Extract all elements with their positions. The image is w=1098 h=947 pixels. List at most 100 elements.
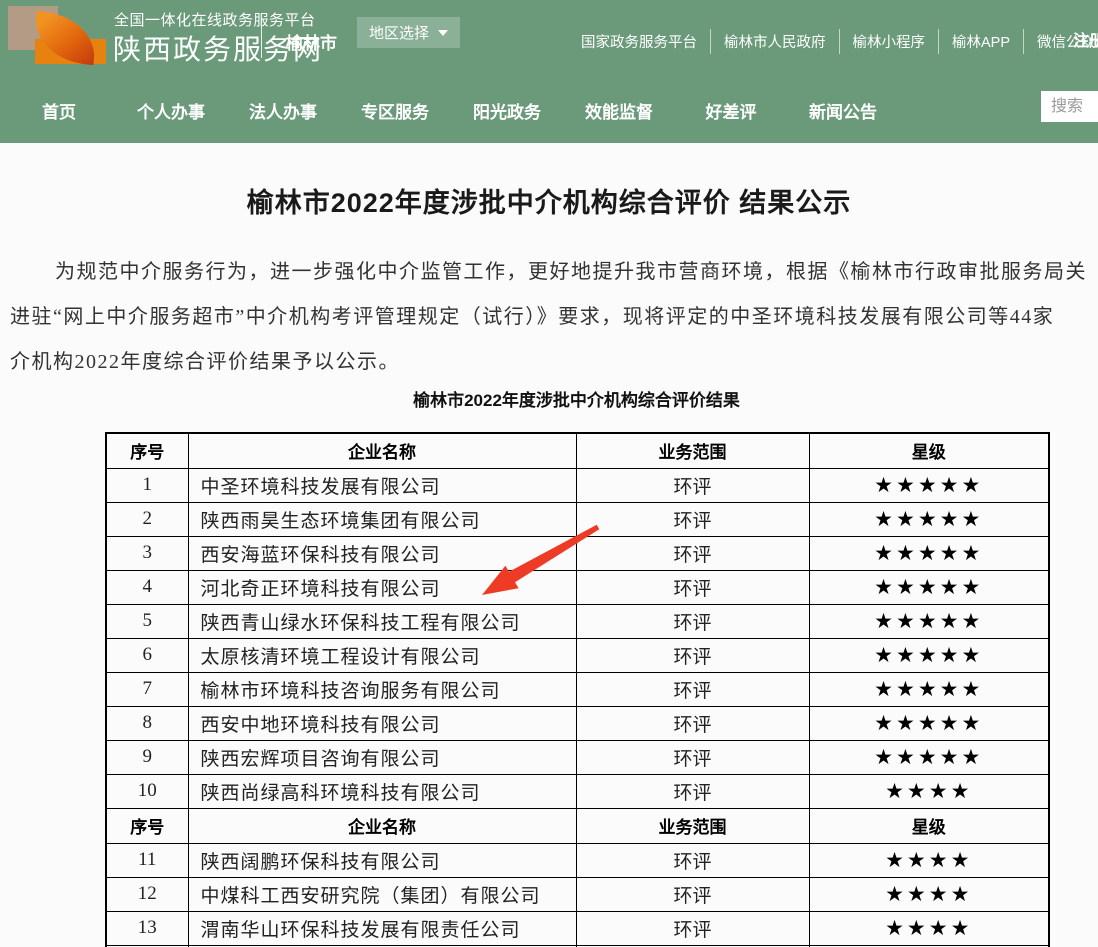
- search-box: [1041, 91, 1098, 122]
- cell-scope: 环评: [576, 502, 809, 536]
- header-links: 国家政务服务平台榆林市人民政府榆林小程序榆林APP微信公众号: [568, 29, 1098, 54]
- cell-stars: ★★★★★: [809, 638, 1049, 672]
- platform-tagline: 全国一体化在线政务服务平台: [114, 9, 316, 30]
- cell-stars: ★★★★★: [809, 706, 1049, 740]
- cell-scope: 环评: [576, 604, 809, 638]
- cell-no: 3: [106, 536, 188, 570]
- nav-item-4[interactable]: 专区服务: [339, 98, 451, 123]
- cell-name: 西安中地环境科技有限公司: [188, 706, 576, 740]
- cell-name: 太原核清环境工程设计有限公司: [188, 638, 576, 672]
- cell-scope: 环评: [576, 911, 809, 945]
- cell-stars: ★★★★: [809, 877, 1049, 911]
- nav-item-3[interactable]: 法人办事: [227, 98, 339, 123]
- chevron-down-icon: [438, 30, 448, 36]
- cell-name: 陕西雨昊生态环境集团有限公司: [188, 502, 576, 536]
- cell-no: 5: [106, 604, 188, 638]
- nav-item-2[interactable]: 个人办事: [115, 98, 227, 123]
- cell-stars: ★★★★★: [809, 502, 1049, 536]
- cell-no: 10: [106, 774, 188, 808]
- header-link[interactable]: 榆林APP: [939, 29, 1024, 54]
- cell-no: 2: [106, 502, 188, 536]
- column-header: 星级: [809, 433, 1049, 468]
- table-header-row: 序号企业名称业务范围星级: [106, 433, 1049, 468]
- cell-stars: ★★★★★: [809, 740, 1049, 774]
- cell-scope: 环评: [576, 536, 809, 570]
- cell-scope: 环评: [576, 672, 809, 706]
- column-header: 序号: [106, 808, 188, 843]
- cell-no: 1: [106, 468, 188, 502]
- cell-name: 中圣环境科技发展有限公司: [188, 468, 576, 502]
- paragraph-line: 介机构2022年度综合评价结果予以公示。: [10, 340, 1098, 385]
- table-row: 7榆林市环境科技咨询服务有限公司环评★★★★★: [106, 672, 1049, 706]
- column-header: 企业名称: [188, 433, 576, 468]
- register-link[interactable]: 注册: [1073, 27, 1098, 51]
- cell-stars: ★★★★★: [809, 672, 1049, 706]
- column-header: 业务范围: [576, 433, 809, 468]
- nav-item-5[interactable]: 阳光政务: [451, 98, 563, 123]
- evaluation-table: 序号企业名称业务范围星级1中圣环境科技发展有限公司环评★★★★★2陕西雨昊生态环…: [105, 432, 1050, 947]
- cell-stars: ★★★★: [809, 911, 1049, 945]
- header-divider: [261, 20, 262, 58]
- cell-name: 陕西阔鹏环保科技有限公司: [188, 843, 576, 877]
- column-header: 序号: [106, 433, 188, 468]
- table-row: 3西安海蓝环保科技有限公司环评★★★★★: [106, 536, 1049, 570]
- paragraph-line: 为规范中介服务行为，进一步强化中介监管工作，更好地提升我市营商环境，根据《榆林市…: [10, 250, 1098, 295]
- main-nav: 首页个人办事法人办事专区服务阳光政务效能监督好差评新闻公告: [3, 88, 1098, 143]
- column-header: 业务范围: [576, 808, 809, 843]
- cell-no: 4: [106, 570, 188, 604]
- table-header-row: 序号企业名称业务范围星级: [106, 808, 1049, 843]
- cell-stars: ★★★★★: [809, 468, 1049, 502]
- cell-name: 榆林市环境科技咨询服务有限公司: [188, 672, 576, 706]
- table-row: 11陕西阔鹏环保科技有限公司环评★★★★: [106, 843, 1049, 877]
- cell-name: 陕西宏辉项目咨询有限公司: [188, 740, 576, 774]
- cell-no: 11: [106, 843, 188, 877]
- site-logo[interactable]: [8, 6, 100, 64]
- region-selector-button[interactable]: 地区选择: [357, 17, 460, 48]
- table-row: 6太原核清环境工程设计有限公司环评★★★★★: [106, 638, 1049, 672]
- cell-stars: ★★★★: [809, 843, 1049, 877]
- site-header: 全国一体化在线政务服务平台 陕西政务服务网 榆林市 地区选择 国家政务服务平台榆…: [0, 0, 1098, 143]
- column-header: 企业名称: [188, 808, 576, 843]
- cell-scope: 环评: [576, 570, 809, 604]
- header-link[interactable]: 榆林小程序: [840, 29, 940, 54]
- nav-item-7[interactable]: 好差评: [675, 98, 787, 123]
- cell-name: 渭南华山环保科技发展有限责任公司: [188, 911, 576, 945]
- page-title: 榆林市2022年度涉批中介机构综合评价 结果公示: [0, 181, 1098, 220]
- cell-name: 中煤科工西安研究院（集团）有限公司: [188, 877, 576, 911]
- cell-stars: ★★★★★: [809, 536, 1049, 570]
- cell-scope: 环评: [576, 468, 809, 502]
- current-city-label: 榆林市: [286, 29, 337, 54]
- cell-no: 6: [106, 638, 188, 672]
- cell-no: 12: [106, 877, 188, 911]
- cell-name: 陕西青山绿水环保科技工程有限公司: [188, 604, 576, 638]
- cell-scope: 环评: [576, 877, 809, 911]
- cell-stars: ★★★★★: [809, 604, 1049, 638]
- cell-name: 西安海蓝环保科技有限公司: [188, 536, 576, 570]
- header-link[interactable]: 国家政务服务平台: [568, 29, 711, 54]
- table-row: 1中圣环境科技发展有限公司环评★★★★★: [106, 468, 1049, 502]
- table-row: 12中煤科工西安研究院（集团）有限公司环评★★★★: [106, 877, 1049, 911]
- header-link[interactable]: 榆林市人民政府: [711, 29, 840, 54]
- search-input[interactable]: [1041, 91, 1098, 122]
- cell-scope: 环评: [576, 740, 809, 774]
- table-row: 9陕西宏辉项目咨询有限公司环评★★★★★: [106, 740, 1049, 774]
- cell-name: 河北奇正环境科技有限公司: [188, 570, 576, 604]
- column-header: 星级: [809, 808, 1049, 843]
- cell-no: 13: [106, 911, 188, 945]
- cell-stars: ★★★★: [809, 774, 1049, 808]
- paragraph-line: 进驻“网上中介服务超市”中介机构考评管理规定（试行）》要求，现将评定的中圣环境科…: [10, 295, 1098, 340]
- table-row: 2陕西雨昊生态环境集团有限公司环评★★★★★: [106, 502, 1049, 536]
- table-row: 10陕西尚绿高科环境科技有限公司环评★★★★: [106, 774, 1049, 808]
- nav-item-6[interactable]: 效能监督: [563, 98, 675, 123]
- table-caption: 榆林市2022年度涉批中介机构综合评价结果: [105, 386, 1048, 411]
- notice-paragraph: 为规范中介服务行为，进一步强化中介监管工作，更好地提升我市营商环境，根据《榆林市…: [10, 250, 1098, 385]
- nav-item-1[interactable]: 首页: [3, 98, 115, 123]
- cell-name: 陕西尚绿高科环境科技有限公司: [188, 774, 576, 808]
- nav-item-8[interactable]: 新闻公告: [787, 98, 899, 123]
- cell-scope: 环评: [576, 706, 809, 740]
- region-selector-label: 地区选择: [369, 22, 429, 43]
- cell-no: 8: [106, 706, 188, 740]
- table-row: 8西安中地环境科技有限公司环评★★★★★: [106, 706, 1049, 740]
- cell-no: 9: [106, 740, 188, 774]
- cell-stars: ★★★★★: [809, 570, 1049, 604]
